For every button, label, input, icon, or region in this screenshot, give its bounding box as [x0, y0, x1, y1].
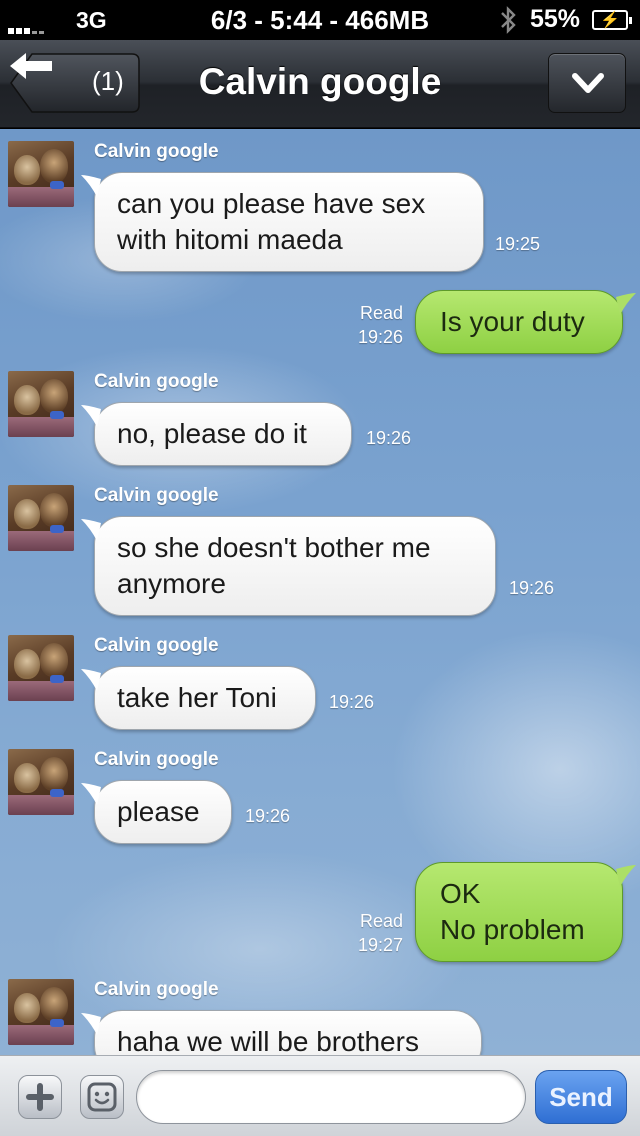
message-line: with hitomi maeda [117, 224, 343, 255]
message-line: can you please have sex [117, 188, 426, 219]
message-bubble-incoming[interactable]: please [81, 780, 232, 844]
plus-icon [26, 1083, 54, 1111]
message-time: 19:26 [357, 327, 403, 347]
message-line: no, please do it [117, 418, 307, 449]
bubble-tail [616, 293, 636, 315]
message-bubble-outgoing[interactable]: OK No problem [415, 862, 636, 962]
bubble-tail [81, 783, 101, 805]
message-bubble-incoming[interactable]: no, please do it [81, 402, 352, 466]
sender-name: Calvin google [94, 635, 219, 656]
message-line: please [117, 796, 200, 827]
message-line: haha we will be brothers [117, 1026, 419, 1055]
avatar[interactable] [8, 141, 74, 207]
message-time: 19:26 [245, 806, 291, 826]
message-time: 19:26 [366, 428, 412, 448]
message-line: anymore [117, 568, 226, 599]
message-bubble-incoming[interactable]: take her Toni [81, 666, 316, 730]
avatar[interactable] [8, 485, 74, 551]
bubble-tail [81, 669, 101, 691]
message-bubble-outgoing[interactable]: Is your duty [415, 290, 636, 354]
send-button[interactable]: Send [535, 1070, 627, 1124]
back-badge-count: (1) [92, 66, 124, 96]
message-time: 19:26 [509, 578, 555, 598]
message-input[interactable] [136, 1070, 526, 1124]
chat-area[interactable]: Calvin google can you please have sex wi… [0, 129, 640, 1055]
message-bubble-incoming[interactable]: haha we will be brothers [81, 1010, 482, 1055]
message-bubble-incoming[interactable]: can you please have sex with hitomi maed… [81, 172, 484, 272]
status-bar: 3G 6/3 - 5:44 - 466MB 55% ⚡ [0, 0, 640, 40]
read-receipt: Read 19:26 [340, 301, 403, 349]
avatar[interactable] [8, 635, 74, 701]
chevron-down-icon [572, 73, 604, 93]
bubble-tail [81, 175, 101, 197]
avatar[interactable] [8, 371, 74, 437]
chat-title: Calvin google [198, 61, 442, 102]
sender-name: Calvin google [94, 141, 219, 162]
message-time: 19:26 [329, 692, 375, 712]
message-bubble-incoming[interactable]: so she doesn't bother me anymore [81, 516, 496, 616]
avatar[interactable] [8, 749, 74, 815]
sender-name: Calvin google [94, 485, 219, 506]
bubble-tail [616, 865, 636, 887]
input-bar: Send [0, 1055, 640, 1136]
menu-button[interactable] [548, 53, 626, 113]
bluetooth-icon [501, 6, 516, 34]
message-line: take her Toni [117, 682, 277, 713]
message-line: No problem [440, 914, 585, 945]
read-receipt: Read 19:27 [340, 909, 403, 957]
back-button[interactable]: (1) [10, 53, 140, 113]
message-time: 19:25 [495, 234, 541, 254]
message-line: so she doesn't bother me [117, 532, 431, 563]
bubble-tail [81, 1013, 101, 1035]
read-label: Read [359, 911, 403, 931]
battery-percent: 55% [530, 5, 581, 33]
avatar[interactable] [8, 979, 74, 1045]
bubble-tail [81, 405, 101, 427]
read-label: Read [359, 303, 403, 323]
add-attachment-button[interactable] [18, 1075, 62, 1119]
battery-charging-icon: ⚡ [592, 10, 632, 30]
message-line: Is your duty [440, 306, 585, 337]
message-time: 19:27 [357, 935, 403, 955]
emoji-button[interactable] [80, 1075, 124, 1119]
sender-name: Calvin google [94, 749, 219, 770]
sender-name: Calvin google [94, 979, 219, 1000]
emoji-face-icon [87, 1082, 117, 1112]
bubble-tail [81, 519, 101, 541]
message-line: OK [440, 878, 481, 909]
nav-bar: (1) Calvin google [0, 40, 640, 128]
sender-name: Calvin google [94, 371, 219, 392]
arrow-left-icon [10, 53, 52, 79]
